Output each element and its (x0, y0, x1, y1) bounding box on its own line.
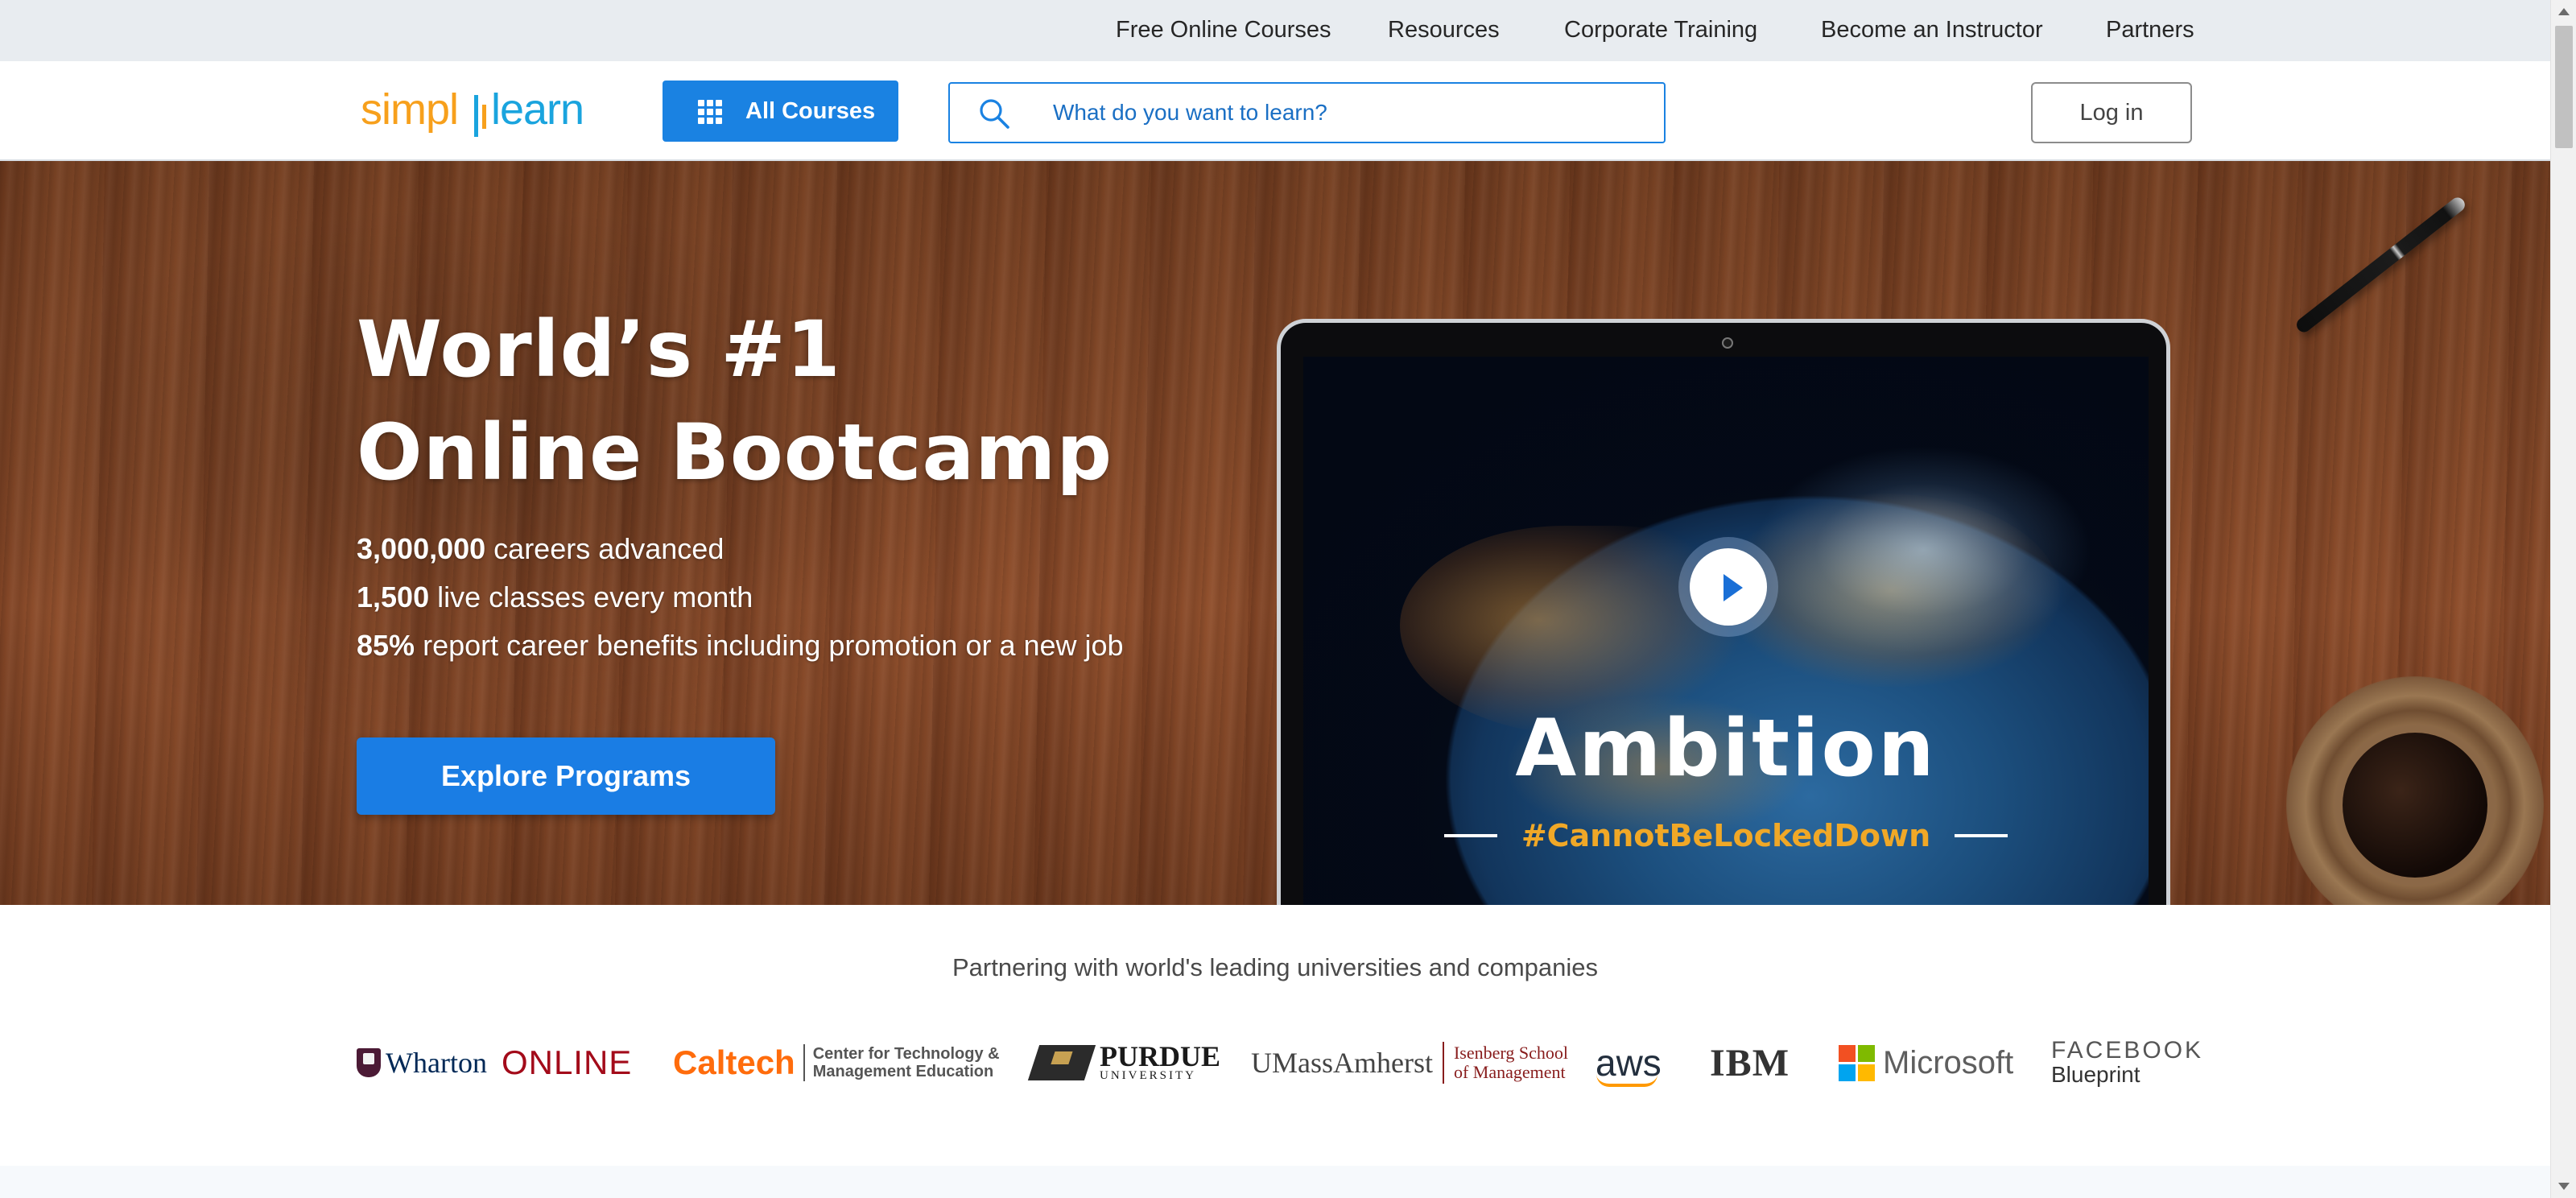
caltech-name: Caltech (673, 1043, 795, 1081)
umass-amherst-logo: UMassAmherst Isenberg School of Manageme… (1251, 1031, 1568, 1095)
play-button[interactable] (1678, 537, 1778, 637)
purdue-p-icon (1027, 1045, 1096, 1080)
purdue-name: PURDUE (1100, 1039, 1220, 1072)
next-section-edge (0, 1166, 2550, 1198)
pen-image (2293, 194, 2468, 336)
hero-banner: World’s #1 Online Bootcamp 3,000,000 car… (0, 161, 2550, 905)
explore-programs-button[interactable]: Explore Programs (357, 737, 775, 815)
wharton-shield-icon (357, 1048, 381, 1077)
microsoft-logo: Microsoft (1839, 1031, 2013, 1095)
play-icon (1724, 574, 1743, 601)
wharton-online: ONLINE (501, 1043, 633, 1081)
aws-smile-icon (1596, 1074, 1657, 1087)
stat-text: live classes every month (437, 580, 753, 613)
svg-text:simpl: simpl (361, 85, 458, 134)
partners-heading: Partnering with world's leading universi… (952, 953, 1598, 981)
partner-logos: Wharton ONLINE Caltech Center for Techno… (0, 1031, 2550, 1095)
topnav-resources[interactable]: Resources (1388, 0, 1500, 61)
caltech-logo: Caltech Center for Technology & Manageme… (673, 1031, 1000, 1095)
video-hashtag-row: #CannotBeLockedDown (1303, 816, 2149, 856)
video-screen[interactable]: Ambition #CannotBeLockedDown (1303, 357, 2149, 905)
laptop-video: Ambition #CannotBeLockedDown (1277, 319, 2170, 905)
stat-value: 1,500 (357, 580, 430, 613)
stat-careers: 3,000,000 careers advanced (357, 525, 1242, 573)
stat-live-classes: 1,500 live classes every month (357, 573, 1242, 622)
facebook-sub: Blueprint (2051, 1062, 2140, 1087)
hero-title: World’s #1 Online Bootcamp (357, 298, 1242, 504)
stat-text: careers advanced (493, 532, 724, 565)
video-headline: Ambition (1515, 703, 1937, 795)
hero-title-line-2: Online Bootcamp (357, 407, 1113, 498)
page-scrollbar[interactable] (2550, 0, 2576, 1198)
login-button[interactable]: Log in (2031, 82, 2192, 143)
hero-title-line-1: World’s #1 (357, 304, 841, 395)
site-header: simpl learn All Courses Log in (0, 61, 2550, 161)
facebook-blueprint-logo: FACEBOOK Blueprint (2051, 1031, 2203, 1095)
svg-text:learn: learn (491, 85, 584, 134)
umass-sub-1: Isenberg School (1453, 1043, 1568, 1063)
video-hashtag: #CannotBeLockedDown (1521, 818, 1931, 853)
topnav-corporate-training[interactable]: Corporate Training (1564, 0, 1757, 61)
stat-text: report career benefits including promoti… (423, 629, 1124, 662)
coffee-cup-image (2286, 676, 2544, 905)
scroll-up-arrow-icon[interactable] (2551, 0, 2576, 24)
topnav-become-an-instructor[interactable]: Become an Instructor (1821, 0, 2043, 61)
purdue-logo: PURDUE UNIVERSITY (1027, 1031, 1220, 1095)
microsoft-name: Microsoft (1883, 1044, 2014, 1080)
aws-logo: aws (1596, 1031, 1662, 1095)
search-input[interactable] (1053, 84, 1649, 142)
stat-career-benefits: 85% report career benefits including pro… (357, 622, 1242, 670)
facebook-name: FACEBOOK (2051, 1037, 2204, 1064)
ibm-logo: IBM (1710, 1031, 1790, 1095)
stat-value: 3,000,000 (357, 532, 486, 565)
wharton-online-logo: Wharton ONLINE (357, 1031, 632, 1095)
umass-sub-2: of Management (1453, 1062, 1566, 1082)
facebook-wordmark: FACEBOOK Blueprint (2051, 1039, 2203, 1087)
umass-subtitle: Isenberg School of Management (1454, 1043, 1568, 1082)
scroll-down-arrow-icon[interactable] (2551, 1174, 2576, 1198)
microsoft-windows-icon (1839, 1044, 1875, 1081)
topnav-partners[interactable]: Partners (2106, 0, 2194, 61)
search-box[interactable] (948, 82, 1666, 143)
topnav-free-online-courses[interactable]: Free Online Courses (1116, 0, 1331, 61)
hero-stats: 3,000,000 careers advanced 1,500 live cl… (357, 525, 1242, 670)
stat-value: 85% (357, 629, 415, 662)
top-utility-bar: Free Online Courses Resources Corporate … (0, 0, 2550, 61)
simplilearn-logo[interactable]: simpl learn (361, 84, 594, 145)
umass-name: UMassAmherst (1251, 1047, 1433, 1079)
divider (1955, 834, 2008, 837)
grid-icon (698, 100, 722, 124)
caltech-subtitle: Center for Technology & Management Educa… (813, 1045, 1000, 1080)
caltech-sub-2: Management Education (812, 1063, 994, 1080)
wharton-name: Wharton (386, 1047, 487, 1079)
webcam (1722, 337, 1733, 349)
all-courses-label: All Courses (745, 98, 876, 124)
purdue-wordmark: PURDUE UNIVERSITY (1100, 1039, 1220, 1083)
caltech-sub-1: Center for Technology & (812, 1045, 1000, 1063)
scrollbar-thumb[interactable] (2555, 26, 2573, 148)
ibm-name: IBM (1710, 1041, 1790, 1084)
search-icon (980, 99, 1009, 129)
all-courses-button[interactable]: All Courses (663, 81, 898, 142)
divider (1443, 834, 1497, 837)
